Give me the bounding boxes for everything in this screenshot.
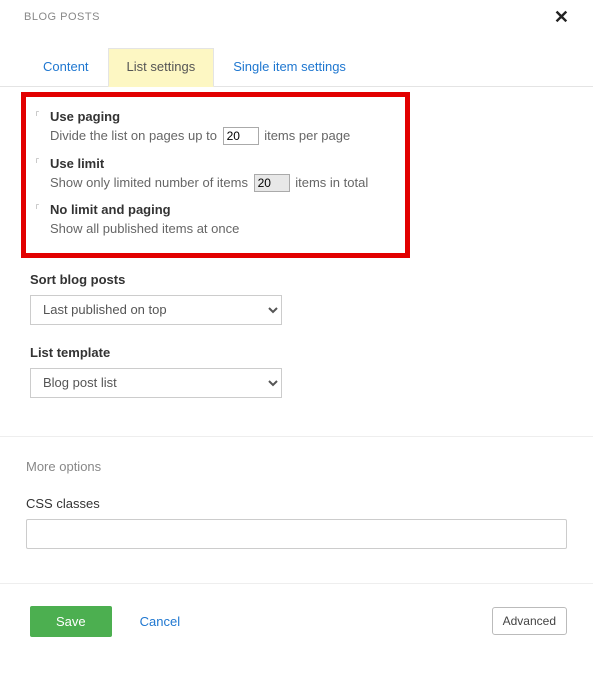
option-use-limit-title: Use limit — [50, 156, 395, 171]
tab-list-settings[interactable]: List settings — [108, 48, 215, 87]
radio-icon: ┌ — [34, 109, 39, 116]
limit-desc-before: Show only limited number of items — [50, 175, 248, 190]
radio-icon: ┌ — [34, 202, 39, 209]
paging-options-group: ┌ Use paging Divide the list on pages up… — [21, 92, 410, 258]
dialog-title: BLOG POSTS — [24, 11, 100, 23]
option-use-paging-desc: Divide the list on pages up to items per… — [50, 126, 395, 146]
template-section: List template Blog post list — [0, 331, 593, 404]
option-no-limit-title: No limit and paging — [50, 202, 395, 217]
sort-section: Sort blog posts Last published on top — [0, 258, 593, 331]
option-use-limit-desc: Show only limited number of items items … — [50, 173, 395, 193]
paging-desc-after: items per page — [264, 128, 350, 143]
css-classes-label: CSS classes — [26, 496, 567, 511]
save-button[interactable]: Save — [30, 606, 112, 637]
template-label: List template — [30, 345, 563, 360]
tab-single-item-settings[interactable]: Single item settings — [214, 48, 365, 87]
sort-label: Sort blog posts — [30, 272, 563, 287]
css-section: CSS classes — [0, 490, 593, 549]
sort-select[interactable]: Last published on top — [30, 295, 282, 325]
paging-items-input[interactable] — [223, 127, 259, 145]
paging-desc-before: Divide the list on pages up to — [50, 128, 217, 143]
tab-content[interactable]: Content — [24, 48, 108, 87]
tab-bar: Content List settings Single item settin… — [0, 30, 593, 87]
css-classes-input[interactable] — [26, 519, 567, 549]
limit-items-input[interactable] — [254, 174, 290, 192]
close-icon[interactable]: ✕ — [554, 8, 569, 26]
option-use-paging[interactable]: ┌ Use paging Divide the list on pages up… — [36, 103, 395, 150]
more-options-label: More options — [0, 437, 593, 490]
limit-desc-after: items in total — [295, 175, 368, 190]
option-use-limit[interactable]: ┌ Use limit Show only limited number of … — [36, 150, 395, 197]
dialog-footer: Save Cancel Advanced — [0, 583, 593, 661]
option-use-paging-title: Use paging — [50, 109, 395, 124]
option-no-limit-desc: Show all published items at once — [50, 219, 395, 239]
cancel-button[interactable]: Cancel — [140, 614, 180, 629]
dialog-header: BLOG POSTS ✕ — [0, 0, 593, 30]
option-no-limit[interactable]: ┌ No limit and paging Show all published… — [36, 196, 395, 243]
radio-icon: ┌ — [34, 156, 39, 163]
template-select[interactable]: Blog post list — [30, 368, 282, 398]
advanced-button[interactable]: Advanced — [492, 607, 567, 635]
